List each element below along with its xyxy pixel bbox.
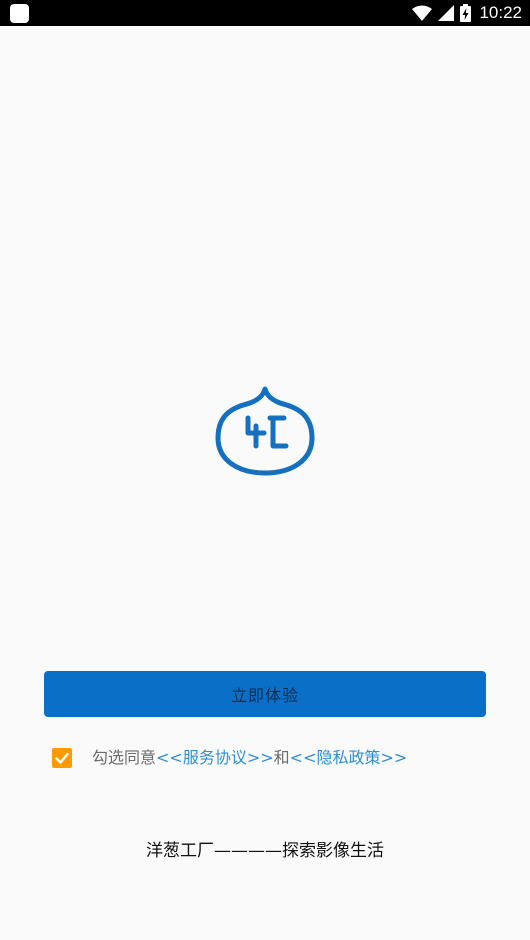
slogan: 洋葱工厂————探索影像生活 [146,841,384,861]
start-experience-label: 立即体验 [230,686,299,705]
start-experience-button[interactable]: 立即体验 [44,671,486,717]
status-icons: 10:22 [412,0,522,26]
checkmark-icon [55,752,69,764]
wifi-icon [412,5,433,21]
agreement-checkbox[interactable] [52,748,72,768]
agreement-and: 和 [273,748,290,767]
agreement-prefix: 勾选同意 [92,748,157,767]
agreement-text: 勾选同意<<服务协议>>和<<隐私政策>> [92,746,407,770]
agreement-row: 勾选同意<<服务协议>>和<<隐私政策>> [52,746,407,770]
notification-square-icon [10,4,29,23]
onion-logo-icon [215,386,315,476]
battery-charging-icon [460,4,472,22]
cellular-signal-icon [438,5,455,21]
status-time: 10:22 [479,3,522,22]
privacy-policy-link[interactable]: <<隐私政策>> [290,748,408,767]
status-bar: 10:22 [0,0,530,26]
service-agreement-link[interactable]: <<服务协议>> [156,748,274,767]
